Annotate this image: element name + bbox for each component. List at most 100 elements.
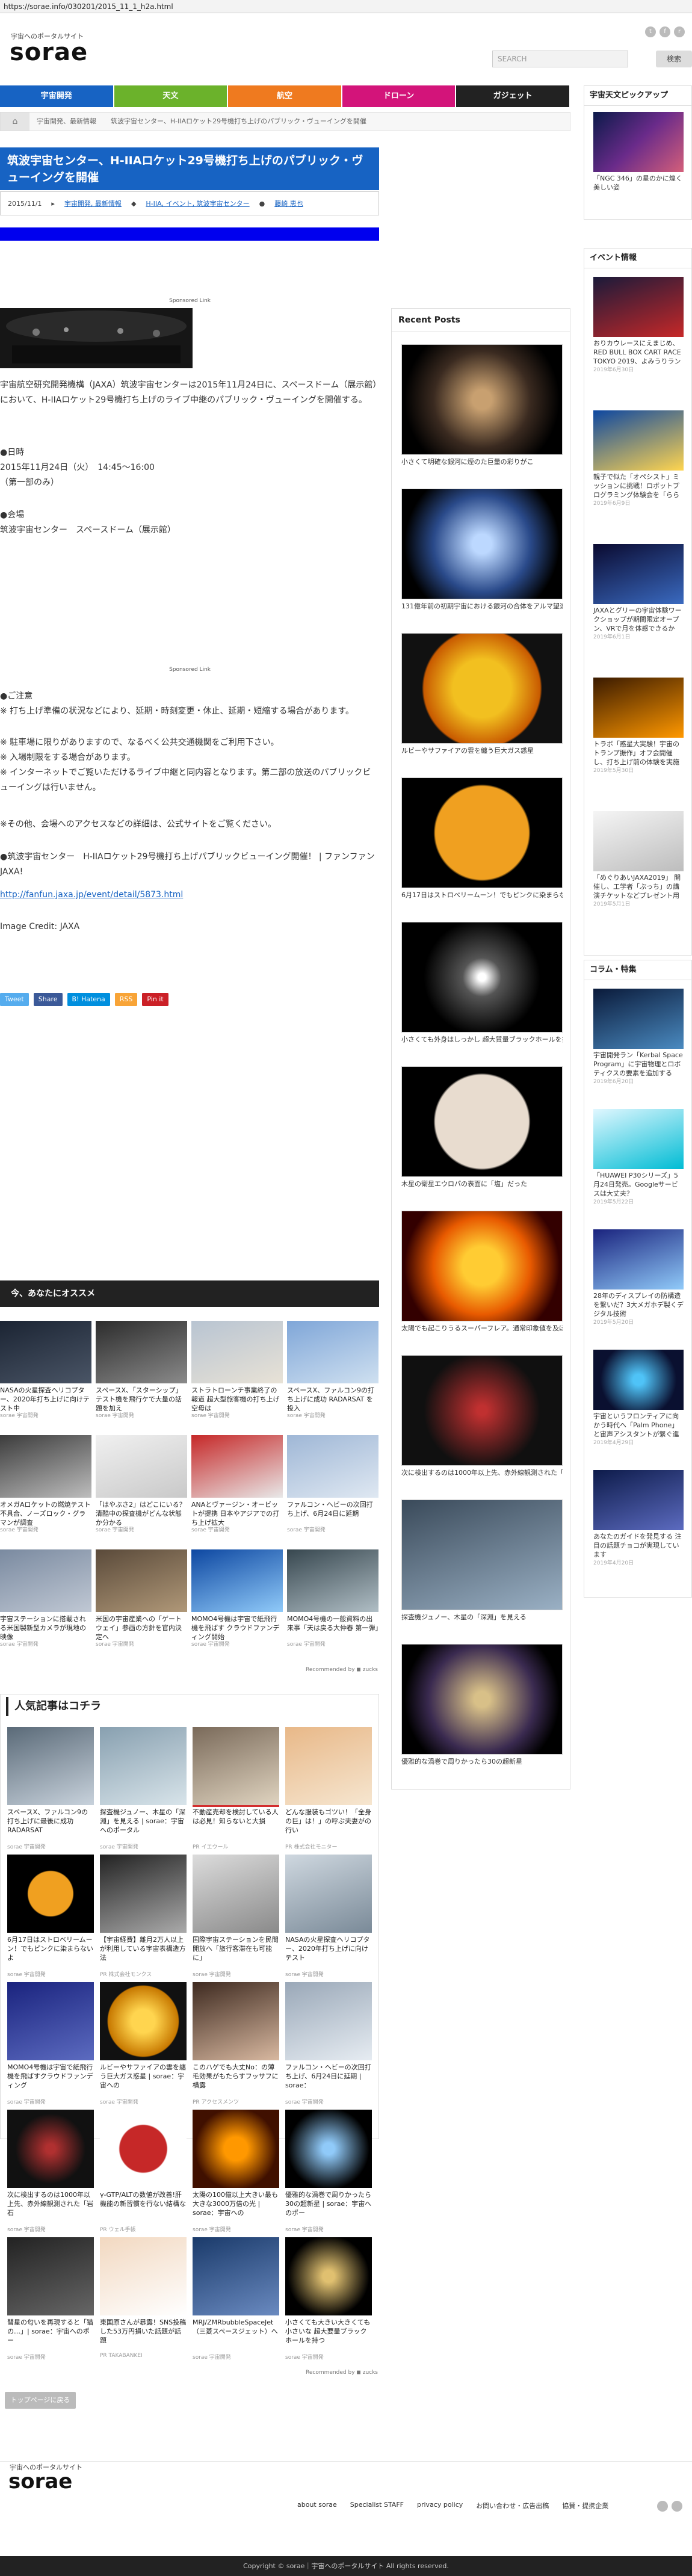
recent-post-thumbnail[interactable] [401, 777, 563, 888]
popular-thumbnail[interactable] [193, 2110, 279, 2188]
reco-caption[interactable]: スペースX、ファルコン9の打ち上げに成功 RADARSAT を投入 [287, 1383, 378, 1411]
nav-item-space-dev[interactable]: 宇宙開発 [0, 85, 114, 107]
popular-thumbnail[interactable] [7, 2110, 94, 2188]
popular-item[interactable]: このハゲでも大丈No：の薄毛効果がもたらすフッサフに横露 PR アクセスメンツ [193, 1982, 279, 2105]
popular-thumbnail[interactable] [7, 2237, 94, 2315]
reco-item[interactable]: スペースX、「スターシップ」テスト機を飛行ケで大量の話題を加え sorae 宇宙開… [96, 1321, 187, 1429]
tag-links[interactable]: H-IIA, イベント, 筑波宇宙センター [146, 199, 249, 208]
reco-item[interactable]: ストラトローンチ事業終了の報道 超大型旅客機の打ち上げ空母は sorae 宇宙開発 [191, 1321, 283, 1429]
footer-link-about[interactable]: about sorae [297, 2501, 337, 2510]
popular-thumbnail[interactable] [285, 2237, 372, 2315]
column-caption[interactable]: 宇宙開発ラン「Kerbal Space Program」に宇宙物理とロボティクス… [593, 1049, 684, 1077]
popular-caption[interactable]: MOMO4号機は宇宙で紙飛行機を飛ばすクラウドファンディング [7, 2060, 94, 2098]
popular-item[interactable]: NASAの火星探査ヘリコプター、2020年打ち上げに向けテスト sorae 宇宙開… [285, 1855, 372, 1978]
popular-thumbnail[interactable] [193, 2237, 279, 2315]
popular-thumbnail[interactable] [7, 1727, 94, 1805]
column-thumbnail[interactable] [593, 1229, 684, 1290]
popular-caption[interactable]: ルビーやサファイアの雲を纏う巨大ガス惑星 | sorae：宇宙への [100, 2060, 187, 2098]
nav-item-astronomy[interactable]: 天文 [114, 85, 229, 107]
reco-thumbnail[interactable] [0, 1549, 91, 1612]
column-caption[interactable]: 「HUAWEI P30シリーズ」5月24日発売。Googleサービスは大丈夫？ [593, 1169, 684, 1197]
footer-link-staff[interactable]: Specialist STAFF [350, 2501, 404, 2510]
search-input[interactable]: SEARCH [492, 51, 628, 67]
popular-thumbnail[interactable] [285, 1727, 372, 1805]
recent-post-item[interactable]: 優雅的な渦巻で周りかったら30の超新星 [401, 1644, 563, 1767]
recent-post-caption[interactable]: 太陽でも起こりうるスーパーフレア。通常印象値を及ぼす頻度は「いつ」起こるのか [401, 1321, 563, 1333]
pickup-item[interactable]: 「NGC 346」の星のかに煌く美しい姿 [593, 112, 684, 200]
reco-caption[interactable]: オメガAロケットの燃焼テスト不具合、ノーズロック・グラマンが調査 [0, 1498, 91, 1525]
popular-thumbnail[interactable] [100, 1727, 187, 1805]
reco-item[interactable]: 「はやぶさ2」はどこにいる？ 清酷中の探査機がどんな状態か分かる sorae 宇宙… [96, 1435, 187, 1543]
popular-item[interactable]: 優雅的な渦巻で周りかったら30の超新星 | sorae：宇宙へのポー sorae … [285, 2110, 372, 2233]
popular-item[interactable]: 次に検出するのは1000年以上先、赤外線観測された「岩石 sorae 宇宙開発 [7, 2110, 94, 2233]
popular-caption[interactable]: 東国原さんが暴露！SNS投稿した53万円損いた話題が話題 [100, 2315, 187, 2353]
address-bar[interactable]: https://sorae.info/030201/2015_11_1_h2a.… [0, 0, 692, 13]
popular-thumbnail[interactable] [285, 1982, 372, 2060]
recent-post-caption[interactable]: 次に検出するのは1000年以上先、赤外線観測された「岩石 [401, 1466, 563, 1478]
reco-thumbnail[interactable] [191, 1549, 283, 1612]
category-links[interactable]: 宇宙開発, 最新情報 [64, 199, 122, 208]
recent-post-caption[interactable]: 優雅的な渦巻で周りかったら30の超新星 [401, 1755, 563, 1767]
recent-post-thumbnail[interactable] [401, 344, 563, 455]
popular-thumbnail[interactable] [285, 2110, 372, 2188]
recent-post-thumbnail[interactable] [401, 1211, 563, 1321]
popular-thumbnail[interactable] [100, 1855, 187, 1933]
column-item[interactable]: 宇宙というフロンティアに向かう時代へ「Palm Phone」と宙声アシスタントが… [593, 1350, 684, 1446]
twitter-icon[interactable]: t [645, 26, 656, 37]
recent-post-caption[interactable]: 小さくても外身はしっかし 超大質量ブラックホールを持つ矮小銀河 [401, 1033, 563, 1045]
reco-caption[interactable]: ストラトローンチ事業終了の報道 超大型旅客機の打ち上げ空母は [191, 1383, 283, 1411]
popular-thumbnail[interactable] [100, 1982, 187, 2060]
popular-item[interactable]: 彗星の匂いを再現すると「猫の…」| sorae：宇宙へのポー sorae 宇宙開発 [7, 2237, 94, 2361]
popular-footer[interactable]: Recommended by ◼ zucks [241, 2370, 378, 2376]
pinit-button[interactable]: Pin it [142, 993, 168, 1006]
event-caption[interactable]: 「めぐりあいJAXA2019」 開催し、工学者「ぷっち」の講演チケットなどプレゼ… [593, 871, 684, 900]
popular-item[interactable]: 【宇宙経費】離月2万人以上が利用している宇宙表構造方法 PR 株式会社モンクス [100, 1855, 187, 1978]
popular-caption[interactable]: 探査機ジュノー、木星の「深淵」を見える | sorae：宇宙へのポータル [100, 1805, 187, 1842]
reco-item[interactable]: 宇宙ステーションに搭載される米国製新型カメラが現地の映像 sorae 宇宙開発 [0, 1549, 91, 1658]
source-link[interactable]: http://fanfun.jaxa.jp/event/detail/5873.… [0, 890, 183, 900]
popular-thumbnail[interactable] [100, 2110, 187, 2188]
popular-item[interactable]: どんな服装もゴツい！「全身の巨」は！」の呼ぶ夫妻がの行い PR 株式会社モニター [285, 1727, 372, 1850]
reco-item[interactable]: MOMO4号機の一般資料の出来事「天は戻る大仲春 第一弾」 sorae 宇宙開発 [287, 1549, 378, 1658]
column-thumbnail[interactable] [593, 1470, 684, 1530]
popular-caption[interactable]: ファルコン・ヘビーの次回打ち上げ、6月24日に延期 | sorae： [285, 2060, 372, 2098]
popular-item[interactable]: 不動産売却を検討している人は必見！知らないと大損 PR イエウール [193, 1727, 279, 1850]
reco-thumbnail[interactable] [96, 1435, 187, 1498]
recent-post-item[interactable]: 次に検出するのは1000年以上先、赤外線観測された「岩石 [401, 1355, 563, 1478]
search-button[interactable]: 検索 [656, 51, 692, 67]
back-to-top-button[interactable]: トップページに戻る [5, 2392, 76, 2409]
reco-thumbnail[interactable] [0, 1321, 91, 1383]
popular-thumbnail[interactable] [100, 2237, 187, 2315]
reco-item[interactable]: ANAとヴァージン・オービットが提携 日本やアジアでの打ち上げ拡大 sorae 宇… [191, 1435, 283, 1543]
popular-item[interactable]: 国際宇宙ステーションを民間開放へ「旅行客滞在も可能に」 sorae 宇宙開発 [193, 1855, 279, 1978]
reco-caption[interactable]: ANAとヴァージン・オービットが提携 日本やアジアでの打ち上げ拡大 [191, 1498, 283, 1525]
popular-thumbnail[interactable] [7, 1855, 94, 1933]
event-thumbnail[interactable] [593, 277, 684, 337]
popular-caption[interactable]: このハゲでも大丈No：の薄毛効果がもたらすフッサフに横露 [193, 2060, 279, 2098]
reco-footer[interactable]: Recommended by ◼ zucks [241, 1667, 378, 1673]
ad-banner[interactable] [0, 227, 379, 241]
reco-thumbnail[interactable] [191, 1435, 283, 1498]
popular-thumbnail[interactable] [193, 1982, 279, 2060]
reco-thumbnail[interactable] [191, 1321, 283, 1383]
reco-caption[interactable]: NASAの火星探査ヘリコプター、2020年打ち上げに向けテスト中 [0, 1383, 91, 1411]
event-item[interactable]: 親子で似た「オペシスト」ミッションに挑戦！ロボットプログラミング体験会を「ららぽ… [593, 410, 684, 507]
reco-caption[interactable]: ファルコン・ヘビーの次回打ち上げ、6月24日に延期 [287, 1498, 378, 1525]
tweet-button[interactable]: Tweet [0, 993, 29, 1006]
column-item[interactable]: 宇宙開発ラン「Kerbal Space Program」に宇宙物理とロボティクス… [593, 989, 684, 1085]
recent-post-caption[interactable]: ルビーやサファイアの雲を纏う巨大ガス惑星 [401, 744, 563, 756]
recent-post-caption[interactable]: 小さくて明確な銀河に煙のた巨量の彩りがこ [401, 455, 563, 467]
popular-item[interactable]: 6月17日はストロベリームーン！でもピンクに染まらないよ sorae 宇宙開発 [7, 1855, 94, 1978]
recent-post-item[interactable]: 探査機ジュノー、木星の「深淵」を見える [401, 1500, 563, 1622]
popular-caption[interactable]: 優雅的な渦巻で周りかったら30の超新星 | sorae：宇宙へのポー [285, 2188, 372, 2225]
popular-caption[interactable]: 次に検出するのは1000年以上先、赤外線観測された「岩石 [7, 2188, 94, 2225]
reco-item[interactable]: 米国の宇宙産業への「ゲートウェイ」参画の方針を官内決定へ sorae 宇宙開発 [96, 1549, 187, 1658]
column-caption[interactable]: 宇宙というフロンティアに向かう時代へ「Palm Phone」と宙声アシスタントが… [593, 1410, 684, 1438]
popular-item[interactable]: MOMO4号機は宇宙で紙飛行機を飛ばすクラウドファンディング sorae 宇宙開発 [7, 1982, 94, 2105]
popular-thumbnail[interactable] [285, 1855, 372, 1933]
event-thumbnail[interactable] [593, 678, 684, 738]
nav-item-gadget[interactable]: ガジェット [456, 85, 570, 107]
event-thumbnail[interactable] [593, 410, 684, 471]
popular-item[interactable]: 太陽の100億以上大きい最も大きな3000万倍の光 | sorae：宇宙への so… [193, 2110, 279, 2233]
reco-caption[interactable]: 米国の宇宙産業への「ゲートウェイ」参画の方針を官内決定へ [96, 1612, 187, 1640]
